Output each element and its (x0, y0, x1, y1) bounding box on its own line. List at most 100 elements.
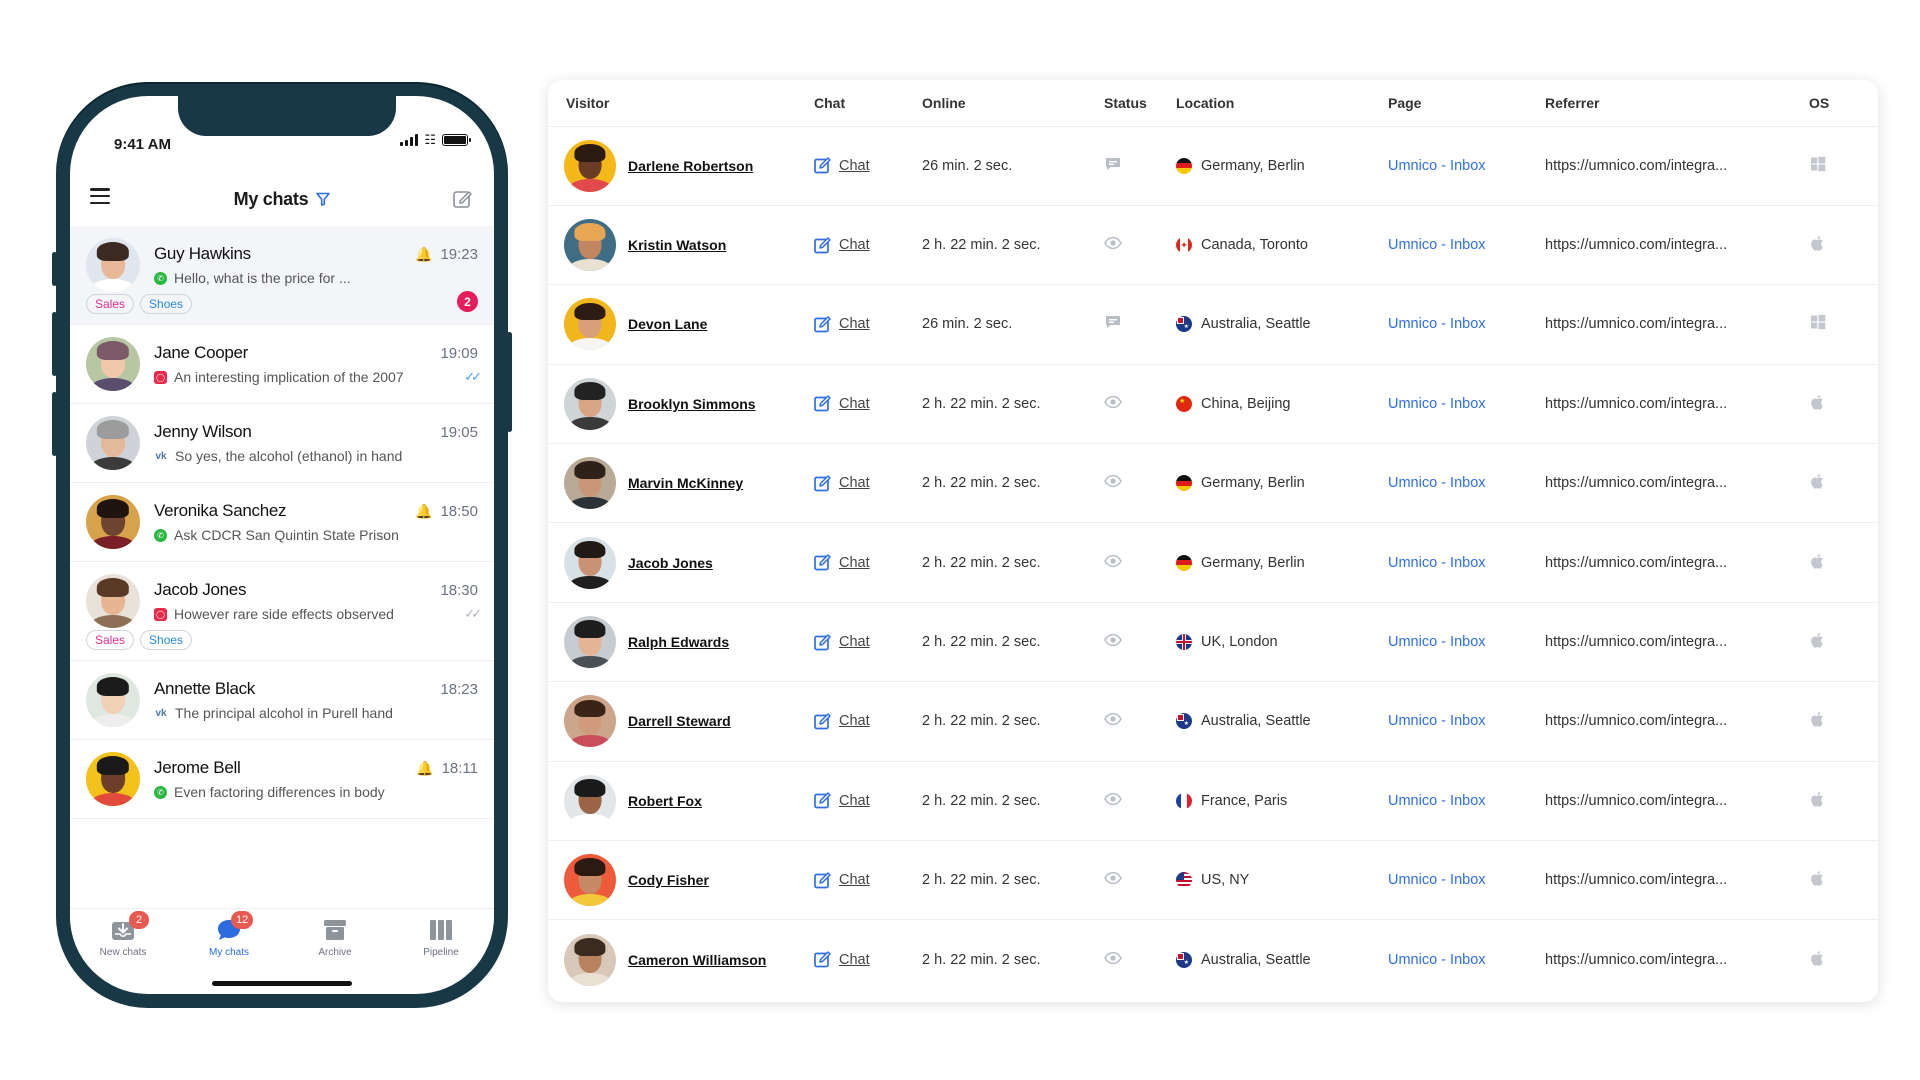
tab-pipeline[interactable]: Pipeline (401, 917, 481, 958)
referrer-link[interactable]: https://umnico.com/integra... (1545, 713, 1727, 729)
table-row[interactable]: Robert Fox Chat 2 h. 22 min. 2 sec. France,… (548, 761, 1878, 842)
chat-list-item[interactable]: Veronika Sanchez 🔔 18:50 ✆ Ask CDCR San Quin… (70, 483, 494, 562)
column-header-referrer[interactable]: Referrer (1535, 80, 1799, 127)
page-link[interactable]: Umnico - Inbox (1388, 237, 1486, 253)
chat-list-item[interactable]: Jerome Bell 🔔 18:11 ✆ Even factoring differe… (70, 740, 494, 819)
chat-link[interactable]: Chat (814, 157, 902, 174)
referrer-link[interactable]: https://umnico.com/integra... (1545, 555, 1727, 571)
table-row[interactable]: Darrell Steward Chat 2 h. 22 min. 2 sec. ★ A… (548, 681, 1878, 762)
edit-chat-icon (814, 713, 831, 730)
column-header-page[interactable]: Page (1378, 80, 1535, 127)
referrer-link[interactable]: https://umnico.com/integra... (1545, 237, 1727, 253)
chat-list-item[interactable]: Jenny Wilson 19:05 vk So yes, the alcohol (… (70, 404, 494, 483)
chat-link[interactable]: Chat (814, 236, 902, 254)
visitor-name-link[interactable]: Devon Lane (628, 316, 707, 332)
visitor-name-link[interactable]: Jacob Jones (628, 555, 713, 571)
page-link[interactable]: Umnico - Inbox (1388, 952, 1486, 968)
page-link[interactable]: Umnico - Inbox (1388, 396, 1486, 412)
chat-tags: Sales Shoes (86, 630, 478, 660)
table-row[interactable]: Jacob Jones Chat 2 h. 22 min. 2 sec. German… (548, 522, 1878, 603)
flag-cn-icon: ★ (1176, 395, 1192, 412)
chat-link[interactable]: Chat (814, 475, 902, 492)
chat-list-item[interactable]: Jacob Jones 18:30 ◯ However rare side effec… (70, 562, 494, 661)
page-link[interactable]: Umnico - Inbox (1388, 475, 1486, 491)
column-header-online[interactable]: Online (912, 80, 1094, 127)
column-header-status[interactable]: Status (1094, 80, 1166, 127)
referrer-link[interactable]: https://umnico.com/integra... (1545, 316, 1727, 332)
referrer-link[interactable]: https://umnico.com/integra... (1545, 396, 1727, 412)
table-row[interactable]: Devon Lane Chat 26 min. 2 sec. ★ Australia, … (548, 284, 1878, 365)
tab-my-chats[interactable]: 12 My chats (189, 911, 269, 958)
page-link[interactable]: Umnico - Inbox (1388, 158, 1486, 174)
referrer-link[interactable]: https://umnico.com/integra... (1545, 475, 1727, 491)
apple-icon (1811, 791, 1823, 807)
menu-icon[interactable] (90, 188, 110, 204)
chat-link[interactable]: Chat (814, 554, 902, 571)
chat-link[interactable]: Chat (814, 713, 902, 730)
filter-icon[interactable] (316, 192, 331, 206)
visitor-name-link[interactable]: Cameron Williamson (628, 952, 766, 968)
referrer-link[interactable]: https://umnico.com/integra... (1545, 793, 1727, 809)
chat-link[interactable]: Chat (814, 395, 902, 412)
chat-list-item[interactable]: Jane Cooper 19:09 ◯ An interesting implicat… (70, 325, 494, 404)
chat-time: 19:09 (440, 344, 478, 362)
table-row[interactable]: Marvin McKinney Chat 2 h. 22 min. 2 sec. Ge… (548, 443, 1878, 524)
tab-label: Archive (318, 947, 352, 958)
visitor-name-link[interactable]: Darlene Robertson (628, 158, 753, 174)
tag-shoes[interactable]: Shoes (140, 630, 193, 650)
cell-page: Umnico - Inbox (1378, 920, 1535, 999)
chat-list-item[interactable]: Annette Black 18:23 vk The principal alcoho… (70, 661, 494, 740)
table-row[interactable]: Darlene Robertson Chat 26 min. 2 sec. Germa… (548, 126, 1878, 206)
cell-chat: Chat (804, 443, 912, 524)
column-header-os[interactable]: OS (1799, 80, 1878, 127)
page-link[interactable]: Umnico - Inbox (1388, 872, 1486, 888)
referrer-link[interactable]: https://umnico.com/integra... (1545, 952, 1727, 968)
tab-archive[interactable]: Archive (295, 917, 375, 958)
visitor-name-link[interactable]: Kristin Watson (628, 237, 726, 253)
tag-sales[interactable]: Sales (86, 630, 135, 650)
chat-list: Guy Hawkins 🔔 19:23 ✆ Hello, what is the pri… (70, 226, 494, 908)
table-row[interactable]: Ralph Edwards Chat 2 h. 22 min. 2 sec. UK, … (548, 602, 1878, 683)
chat-link[interactable]: Chat (814, 792, 902, 809)
tag-shoes[interactable]: Shoes (140, 294, 193, 314)
page-link[interactable]: Umnico - Inbox (1388, 316, 1486, 332)
edit-chat-icon (814, 475, 831, 492)
chat-link[interactable]: Chat (814, 871, 902, 889)
chat-list-item[interactable]: Guy Hawkins 🔔 19:23 ✆ Hello, what is the pri… (70, 226, 494, 325)
tab-new-chats[interactable]: 2 New chats (83, 911, 163, 958)
chat-preview-text: An interesting implication of the 2007 (174, 369, 404, 385)
referrer-link[interactable]: https://umnico.com/integra... (1545, 634, 1727, 650)
chat-preview: ✆ Even factoring differences in body (154, 784, 385, 800)
column-header-location[interactable]: Location (1166, 80, 1378, 127)
page-link[interactable]: Umnico - Inbox (1388, 713, 1486, 729)
chat-link[interactable]: Chat (814, 633, 902, 651)
table-row[interactable]: Cody Fisher Chat 2 h. 22 min. 2 sec. US, NY… (548, 840, 1878, 921)
visitor-name-link[interactable]: Ralph Edwards (628, 634, 729, 650)
chat-link[interactable]: Chat (814, 951, 902, 968)
table-row[interactable]: Cameron Williamson Chat 2 h. 22 min. 2 sec… (548, 920, 1878, 999)
column-header-visitor[interactable]: Visitor (548, 80, 804, 127)
visitor-name-link[interactable]: Marvin McKinney (628, 475, 743, 491)
referrer-link[interactable]: https://umnico.com/integra... (1545, 158, 1727, 174)
cell-chat: Chat (804, 522, 912, 603)
eye-status-icon (1104, 475, 1122, 488)
tag-sales[interactable]: Sales (86, 294, 135, 314)
table-row[interactable]: Brooklyn Simmons Chat 2 h. 22 min. 2 sec. ★… (548, 364, 1878, 445)
chat-contact-name: Jane Cooper (154, 343, 249, 362)
referrer-link[interactable]: https://umnico.com/integra... (1545, 872, 1727, 888)
page-link[interactable]: Umnico - Inbox (1388, 793, 1486, 809)
table-row[interactable]: Kristin Watson Chat 2 h. 22 min. 2 sec. ✦ Ca… (548, 205, 1878, 286)
visitor-name-link[interactable]: Darrell Steward (628, 713, 731, 729)
column-header-chat[interactable]: Chat (804, 80, 912, 127)
page-link[interactable]: Umnico - Inbox (1388, 634, 1486, 650)
chat-link-label: Chat (839, 475, 870, 492)
cell-os (1799, 284, 1878, 365)
visitor-name-link[interactable]: Cody Fisher (628, 872, 709, 888)
visitor-avatar (564, 139, 616, 192)
compose-icon[interactable] (452, 188, 474, 210)
chat-link[interactable]: Chat (814, 316, 902, 333)
visitor-name-link[interactable]: Brooklyn Simmons (628, 396, 756, 412)
visitor-name-link[interactable]: Robert Fox (628, 793, 702, 809)
page-link[interactable]: Umnico - Inbox (1388, 555, 1486, 571)
cell-status (1094, 602, 1166, 683)
